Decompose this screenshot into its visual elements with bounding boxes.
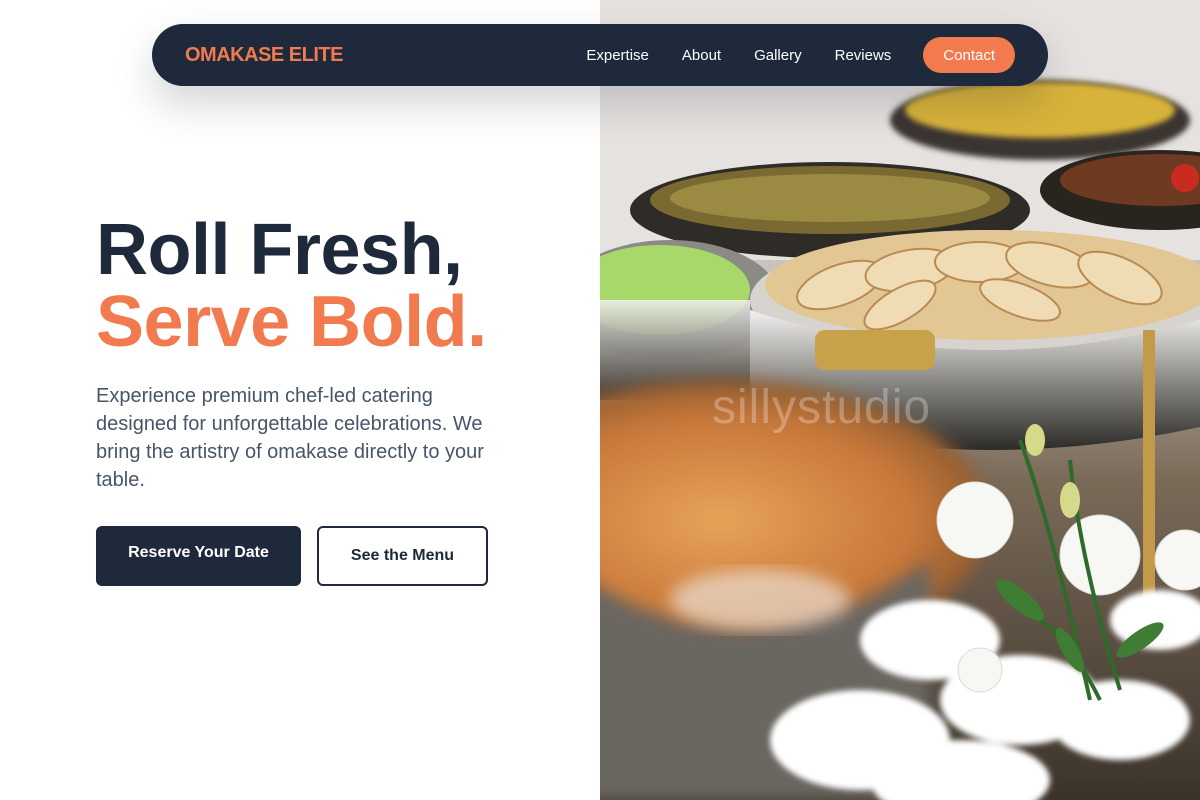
nav-link-gallery[interactable]: Gallery <box>754 47 802 64</box>
see-menu-button[interactable]: See the Menu <box>317 526 488 586</box>
see-menu-label: See the Menu <box>350 547 455 564</box>
headline-line-1: Roll Fresh, <box>96 210 463 290</box>
nav-link-expertise[interactable]: Expertise <box>586 47 649 64</box>
nav-links: Expertise About Gallery Reviews Contact <box>586 37 1015 73</box>
headline-line-2: Serve Bold. <box>96 282 487 362</box>
reserve-date-label: Reserve Your Date <box>128 544 269 561</box>
reserve-date-button[interactable]: Reserve Your Date <box>96 526 301 586</box>
nav-link-reviews[interactable]: Reviews <box>835 47 892 64</box>
image-watermark: sillystudio <box>712 381 932 434</box>
contact-button[interactable]: Contact <box>923 37 1015 73</box>
top-navbar: OMAKASE ELITE Expertise About Gallery Re… <box>152 24 1048 86</box>
hero-catering-photo: sillystudio <box>600 0 1200 800</box>
hero-headline: Roll Fresh, Serve Bold. <box>96 214 487 358</box>
brand-logo[interactable]: OMAKASE ELITE <box>185 44 343 67</box>
nav-link-about[interactable]: About <box>682 47 721 64</box>
hero-lead-text: Experience premium chef-led catering des… <box>96 385 484 491</box>
